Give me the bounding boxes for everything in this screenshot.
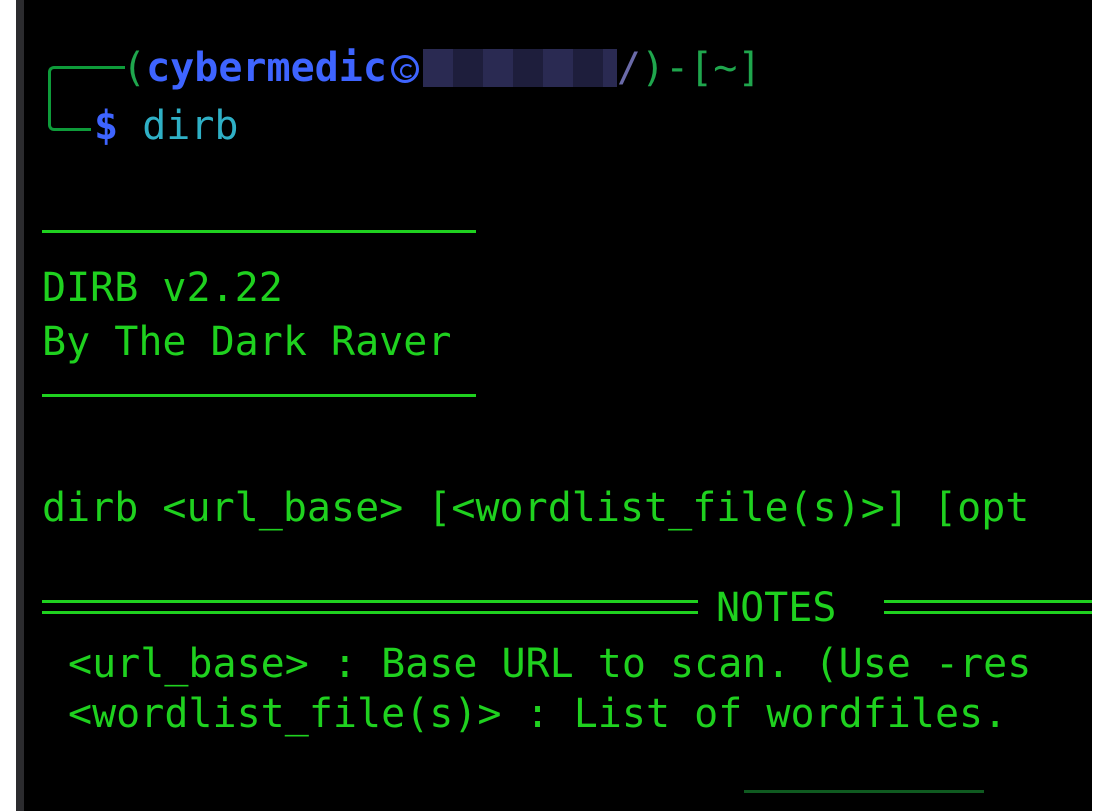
note-url-base: <url_base> : Base URL to scan. (Use -res (68, 641, 1032, 687)
prompt-box-corner (48, 100, 91, 131)
header-rule-bottom (42, 394, 476, 397)
window-edge (16, 0, 24, 811)
prompt-command-line: $ dirb (94, 102, 239, 150)
usage-line: dirb <url_base> [<wordlist_file(s)>] [op… (42, 485, 1030, 531)
screenshot-frame: (cybermedic /)-[~] $ dirb DIRB v2.22 By T… (0, 0, 1112, 811)
notes-rule-left (42, 600, 698, 614)
cut-off-next-line (744, 790, 984, 793)
prompt-cwd: ~ (713, 45, 738, 91)
kali-dragon-icon (390, 55, 419, 83)
prompt-close-segment: )-[ (641, 45, 714, 91)
prompt-open-paren: ( (122, 45, 147, 91)
header-rule-top (42, 230, 476, 233)
notes-header: NOTES (716, 585, 837, 631)
prompt-username: cybermedic (146, 45, 387, 91)
prompt-close-bracket: ] (737, 45, 762, 91)
hostname-tail: / (616, 45, 642, 91)
terminal-window[interactable]: (cybermedic /)-[~] $ dirb DIRB v2.22 By T… (24, 0, 1092, 811)
entered-command: dirb (142, 103, 239, 149)
note-wordlist-files: <wordlist_file(s)> : List of wordfiles. (68, 691, 1008, 737)
program-title: DIRB v2.22 (42, 265, 283, 311)
program-author: By The Dark Raver (42, 319, 452, 365)
notes-rule-right (884, 600, 1092, 614)
prompt-dollar: $ (94, 103, 119, 149)
prompt-top-line: (cybermedic /)-[~] (122, 44, 761, 92)
redacted-hostname (422, 49, 617, 87)
